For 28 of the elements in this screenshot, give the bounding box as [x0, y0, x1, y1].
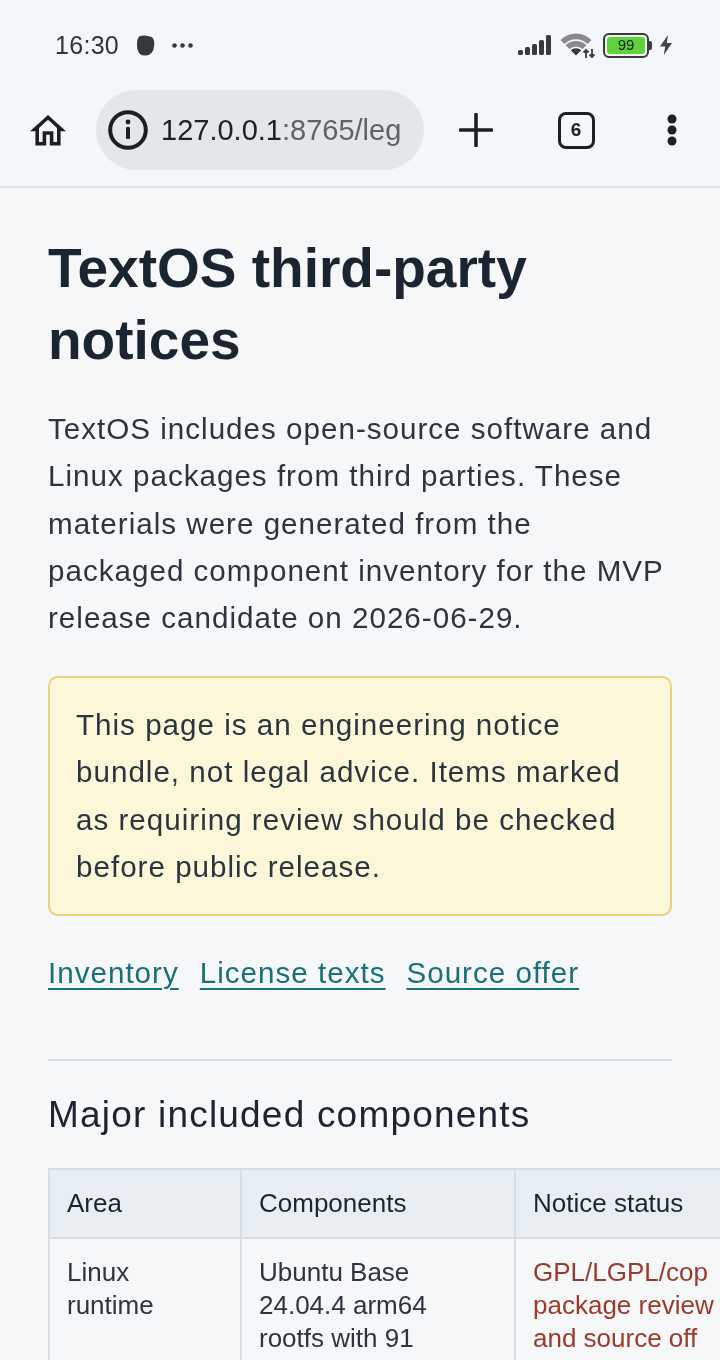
more-dots-icon — [172, 42, 194, 48]
home-icon — [30, 114, 66, 146]
menu-button[interactable] — [667, 114, 677, 146]
notification-icon — [136, 34, 156, 56]
signal-icon — [518, 35, 552, 55]
nav-link[interactable]: License texts — [199, 949, 386, 997]
wifi-icon — [560, 32, 595, 58]
column-header: Area — [49, 1168, 241, 1238]
table-cell: Linux runtime — [49, 1237, 241, 1360]
column-header: Notice status — [515, 1168, 720, 1238]
plus-icon — [459, 113, 493, 147]
nav-link[interactable]: Source offer — [406, 949, 580, 997]
section-heading: Major included components — [48, 1092, 532, 1137]
address-bar[interactable]: 127.0.0.1:8765/leg — [96, 90, 424, 170]
new-tab-button[interactable] — [459, 113, 493, 147]
info-icon — [108, 110, 148, 150]
status-cell: GPL/LGPL/cop package review and source off — [515, 1237, 720, 1360]
tab-count-button[interactable]: 6 — [557, 111, 595, 149]
intro-paragraph: TextOS includes open-source software and Linux packages from third parties. These materials were generated from the packaged component inventory for the MVP release candidate on 2026-06-29. — [48, 411, 665, 637]
menu-icon — [667, 114, 677, 146]
nav-link[interactable]: Inventory — [48, 949, 179, 997]
status-time: 16:30 — [55, 30, 120, 60]
column-header: Components — [241, 1168, 515, 1238]
notice-callout: This page is an engineering notice bundle, not legal advice. Items marked as requiring review should be checked before public release. — [48, 675, 672, 917]
page-title: TextOS third-party notices — [48, 236, 528, 373]
home-button[interactable] — [30, 114, 66, 146]
charging-bolt-icon — [660, 35, 672, 55]
battery-indicator: 99 — [603, 32, 652, 58]
